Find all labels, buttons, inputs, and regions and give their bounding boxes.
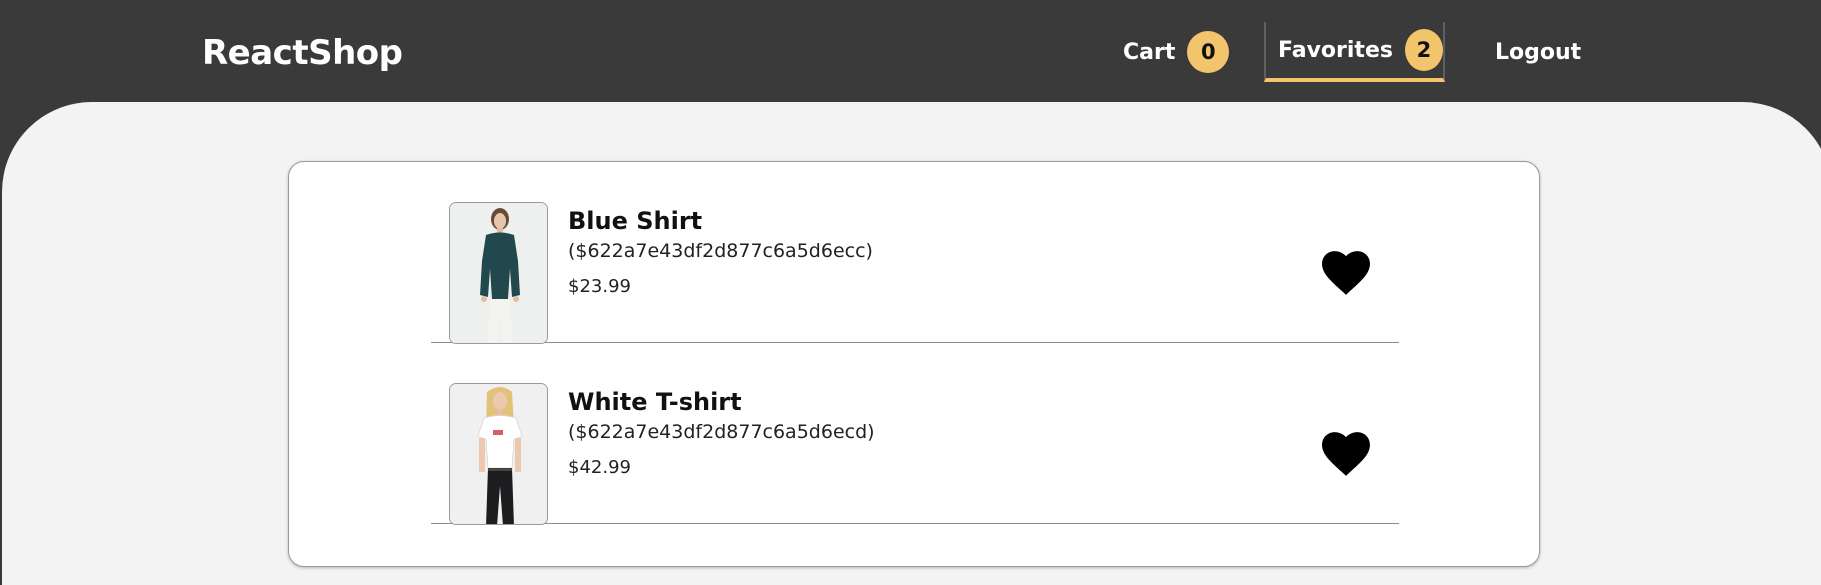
favorites-label: Favorites	[1278, 37, 1393, 63]
product-price: $42.99	[568, 457, 631, 478]
favorite-item: White T-shirt ($622a7e43df2d877c6a5d6ecd…	[431, 343, 1399, 525]
product-price: $23.99	[568, 276, 631, 297]
product-name[interactable]: White T-shirt	[568, 387, 875, 417]
product-image[interactable]	[449, 202, 548, 344]
favorites-count-badge: 2	[1404, 29, 1443, 71]
product-info: Blue Shirt ($622a7e43df2d877c6a5d6ecc) $…	[568, 206, 873, 299]
product-id: ($622a7e43df2d877c6a5d6ecc)	[568, 240, 873, 262]
nav-favorites-link[interactable]: Favorites 2	[1264, 22, 1445, 82]
product-name[interactable]: Blue Shirt	[568, 206, 873, 236]
product-id: ($622a7e43df2d877c6a5d6ecd)	[568, 421, 875, 443]
logout-link[interactable]: Logout	[1495, 22, 1581, 82]
logout-label: Logout	[1495, 39, 1582, 65]
favorite-item: Blue Shirt ($622a7e43df2d877c6a5d6ecc) $…	[431, 162, 1399, 344]
brand-logo[interactable]: ReactShop	[202, 33, 403, 73]
heart-icon[interactable]	[1321, 431, 1371, 477]
product-photo-tshirt	[450, 384, 547, 524]
favorites-list-card: Blue Shirt ($622a7e43df2d877c6a5d6ecc) $…	[288, 161, 1540, 567]
product-photo-shirt	[450, 203, 547, 343]
cart-count-badge: 0	[1187, 31, 1230, 73]
product-info: White T-shirt ($622a7e43df2d877c6a5d6ecd…	[568, 387, 875, 480]
cart-label: Cart	[1123, 39, 1176, 65]
heart-icon[interactable]	[1321, 250, 1371, 296]
nav-cart-link[interactable]: Cart 0	[1123, 22, 1230, 82]
top-navbar: ReactShop Cart 0 Favorites 2 Logout	[0, 0, 1821, 102]
product-image[interactable]	[449, 383, 548, 525]
